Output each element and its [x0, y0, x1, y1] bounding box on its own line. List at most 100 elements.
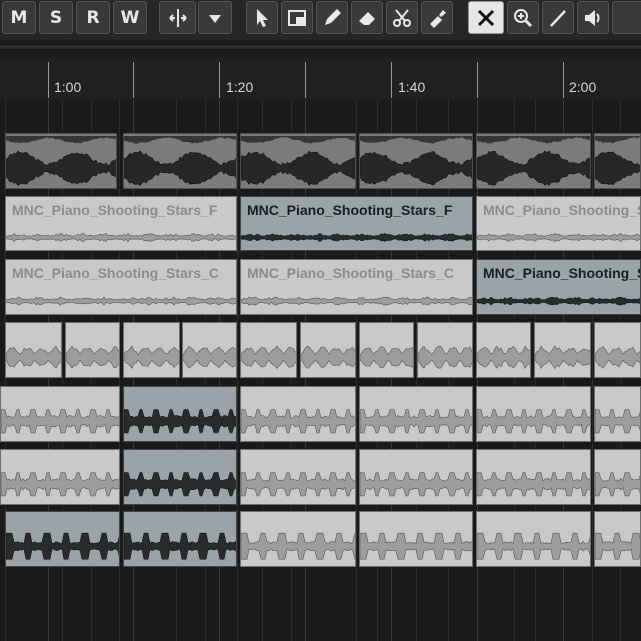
- waveform: [360, 532, 472, 560]
- waveform: [6, 232, 236, 243]
- mute-button[interactable]: M: [2, 1, 36, 34]
- event-name: MNC_Piano_Shooting_Stars_F: [12, 202, 218, 218]
- timeline-ruler[interactable]: 1:00 1:20 1:40 2:00: [0, 58, 641, 101]
- ruler-tick: [305, 62, 306, 98]
- audio-event[interactable]: MNC_Piano_Shooting_Stars_C: [240, 259, 473, 315]
- ruler-label-1-40: 1:40: [398, 79, 426, 95]
- waveform: [6, 345, 61, 369]
- waveform: [360, 346, 413, 369]
- grid-line: [356, 100, 357, 641]
- audio-event[interactable]: [5, 511, 120, 567]
- audio-event[interactable]: [0, 449, 120, 505]
- audio-event[interactable]: [123, 322, 180, 378]
- write-automation-button[interactable]: W: [113, 1, 147, 34]
- waveform: [241, 409, 355, 434]
- split-tool-button[interactable]: [386, 1, 418, 34]
- waveform: [360, 136, 472, 186]
- waveform: [241, 296, 472, 306]
- dropdown-icon: [209, 14, 221, 23]
- waveform: [6, 532, 119, 560]
- audio-event[interactable]: MNC_Piano_Shooting_Stars_C: [476, 259, 641, 315]
- audio-event[interactable]: [476, 511, 591, 567]
- line-tool-button[interactable]: [542, 1, 574, 34]
- audio-event[interactable]: MNC_Piano_Shooting_Stars_C: [5, 259, 237, 315]
- event-name: MNC_Piano_Shooting_Stars_C: [483, 265, 640, 281]
- audio-event[interactable]: [594, 133, 641, 189]
- draw-tool-button[interactable]: [316, 1, 348, 34]
- audio-event[interactable]: [240, 386, 356, 442]
- event-name: MNC_Piano_Shooting_Stars_C: [12, 265, 219, 281]
- waveform: [183, 345, 236, 369]
- audio-event[interactable]: [240, 511, 356, 567]
- audio-event[interactable]: [594, 386, 641, 442]
- audio-event[interactable]: [0, 386, 120, 442]
- waveform: [301, 345, 355, 369]
- waveform: [595, 532, 640, 560]
- waveform: [595, 409, 640, 434]
- audio-event[interactable]: [476, 322, 531, 378]
- audio-event[interactable]: [359, 133, 473, 189]
- zoom-tool-button[interactable]: [507, 1, 539, 34]
- waveform: [124, 532, 236, 560]
- pointer-icon: [257, 8, 268, 27]
- audio-event[interactable]: [240, 133, 356, 189]
- audio-event[interactable]: [5, 322, 62, 378]
- ruler-label-1-00: 1:00: [54, 79, 82, 95]
- waveform: [241, 532, 355, 560]
- mute-tool-icon: [477, 9, 495, 26]
- audio-event[interactable]: [359, 386, 473, 442]
- waveform: [124, 136, 236, 187]
- audio-event[interactable]: [359, 449, 473, 505]
- waveform: [124, 472, 236, 497]
- waveform: [360, 472, 472, 497]
- range-tool-button[interactable]: [281, 1, 313, 34]
- audio-event[interactable]: [594, 449, 641, 505]
- ruler-tick: [48, 62, 49, 98]
- audio-event[interactable]: [240, 322, 297, 378]
- audio-event[interactable]: MNC_Piano_Shooting_Stars_F: [240, 196, 473, 251]
- waveform: [595, 345, 640, 369]
- audio-event[interactable]: [123, 386, 237, 442]
- audio-event[interactable]: [417, 322, 473, 378]
- waveform: [124, 345, 179, 369]
- pointer-tool-button[interactable]: [246, 1, 278, 34]
- audio-event[interactable]: [182, 322, 237, 378]
- audio-event[interactable]: [359, 511, 473, 567]
- read-automation-button[interactable]: R: [76, 1, 110, 34]
- erase-tool-button[interactable]: [351, 1, 383, 34]
- waveform: [241, 136, 355, 187]
- audio-event[interactable]: MNC_Piano_Shooting_Stars_F: [5, 196, 237, 251]
- audio-event[interactable]: [476, 449, 591, 505]
- pencil-icon: [325, 8, 341, 25]
- dropdown-button[interactable]: [198, 1, 232, 34]
- audio-event[interactable]: [476, 386, 591, 442]
- solo-button[interactable]: S: [39, 1, 73, 34]
- audio-event[interactable]: [65, 322, 120, 378]
- event-name: MNC_Piano_Shooting_Stars_C: [247, 265, 454, 281]
- toolbar: M S R W: [0, 0, 641, 40]
- toolbar-divider: [0, 44, 641, 50]
- audio-event[interactable]: [359, 322, 414, 378]
- play-tool-button[interactable]: [577, 1, 609, 34]
- waveform: [477, 296, 640, 306]
- waveform: [477, 472, 590, 497]
- mute-tool-button[interactable]: [468, 1, 504, 34]
- audio-event[interactable]: [5, 133, 117, 189]
- audio-event[interactable]: MNC_Piano_Shooting_Stars_F: [476, 196, 641, 251]
- audio-event[interactable]: [123, 449, 237, 505]
- glue-tool-button[interactable]: [421, 1, 453, 34]
- audio-event[interactable]: [594, 322, 641, 378]
- audio-event[interactable]: [240, 449, 356, 505]
- more-tool-button[interactable]: [612, 1, 641, 34]
- audio-event[interactable]: [534, 322, 591, 378]
- waveform: [124, 409, 236, 434]
- audio-event[interactable]: [300, 322, 356, 378]
- waveform: [418, 345, 472, 369]
- audio-event[interactable]: [123, 133, 237, 189]
- ruler-tick: [391, 62, 392, 98]
- audio-event[interactable]: [476, 133, 591, 189]
- audio-event[interactable]: [123, 511, 237, 567]
- waveform: [241, 345, 296, 370]
- autoscroll-button[interactable]: [159, 1, 196, 34]
- audio-event[interactable]: [594, 511, 641, 567]
